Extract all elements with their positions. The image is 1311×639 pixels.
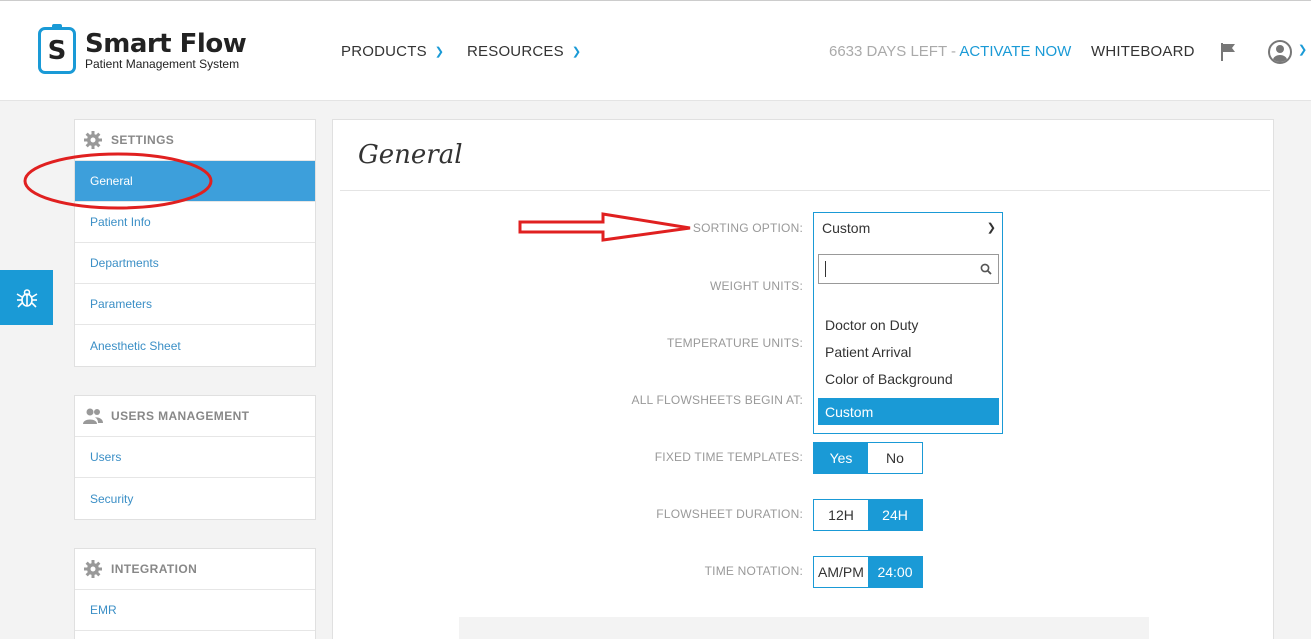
top-header: S Smart Flow Patient Management System P…: [0, 0, 1311, 101]
weight-units-label: WEIGHT UNITS:: [709, 279, 803, 293]
12h-button[interactable]: 12H: [814, 500, 868, 530]
sidebar-item-patient-info[interactable]: Patient Info: [75, 202, 315, 243]
24h-button[interactable]: 24H: [868, 500, 922, 530]
sidebar-item-users[interactable]: Users: [75, 437, 315, 478]
title-divider: [340, 190, 1270, 191]
chevron-down-icon: ❯: [434, 46, 445, 58]
settings-panel: SETTINGS General Patient Info Department…: [74, 119, 316, 367]
trial-days-left: 6633 DAYS LEFT - ACTIVATE NOW: [829, 43, 1072, 60]
fixed-time-templates-toggle: Yes No: [813, 442, 923, 474]
sorting-option-select[interactable]: Custom ❯: [813, 212, 1003, 244]
chevron-down-icon: ❯: [986, 222, 996, 234]
dropdown-option[interactable]: Doctor on Duty: [818, 311, 999, 338]
24-hour-button[interactable]: 24:00: [868, 557, 922, 587]
ampm-button[interactable]: AM/PM: [814, 557, 868, 587]
sorting-option-label: SORTING OPTION:: [692, 221, 803, 235]
sidebar-item-emr[interactable]: EMR: [75, 590, 315, 631]
flowsheet-duration-toggle: 12H 24H: [813, 499, 923, 531]
time-notation-toggle: AM/PM 24:00: [813, 556, 923, 588]
sorting-option-dropdown: Doctor on Duty Patient Arrival Color of …: [813, 243, 1003, 434]
page-title: General: [358, 140, 463, 170]
nav-resources[interactable]: RESOURCES ❯: [467, 43, 581, 60]
users-icon: [83, 408, 103, 424]
users-management-header: USERS MANAGEMENT: [75, 396, 315, 437]
dropdown-option-selected[interactable]: Custom: [818, 398, 999, 425]
chevron-down-icon[interactable]: ❯: [1298, 43, 1307, 56]
gear-icon: [84, 131, 102, 149]
yes-button[interactable]: Yes: [814, 443, 868, 473]
integration-panel: INTEGRATION EMR: [74, 548, 316, 639]
temperature-units-label: TEMPERATURE UNITS:: [666, 336, 803, 350]
flowsheets-begin-label: ALL FLOWSHEETS BEGIN AT:: [631, 393, 803, 407]
logo-subtitle: Patient Management System: [85, 56, 240, 71]
footer-strip: [459, 617, 1149, 639]
chevron-down-icon: ❯: [571, 46, 582, 58]
user-avatar-icon[interactable]: [1268, 40, 1292, 64]
text-cursor: [825, 261, 826, 277]
flag-icon[interactable]: [1221, 43, 1237, 61]
dropdown-search-input[interactable]: [818, 254, 999, 284]
nav-products[interactable]: PRODUCTS ❯: [341, 43, 444, 60]
settings-header: SETTINGS: [75, 120, 315, 161]
sidebar-item-general[interactable]: General: [75, 161, 315, 202]
gear-icon: [84, 560, 102, 578]
no-button[interactable]: No: [868, 443, 922, 473]
flowsheet-duration-label: FLOWSHEET DURATION:: [656, 507, 803, 521]
integration-header: INTEGRATION: [75, 549, 315, 590]
dropdown-option[interactable]: Color of Background: [818, 365, 999, 392]
sidebar-item-security[interactable]: Security: [75, 478, 315, 519]
dropdown-option[interactable]: Patient Arrival: [818, 338, 999, 365]
logo-title: Smart Flow: [85, 28, 247, 59]
app-logo[interactable]: S Smart Flow Patient Management System: [38, 24, 247, 74]
logo-mark-icon: S: [38, 24, 76, 74]
search-icon: [980, 263, 992, 275]
sidebar-item-anesthetic-sheet[interactable]: Anesthetic Sheet: [75, 325, 315, 366]
nav-whiteboard[interactable]: WHITEBOARD: [1091, 43, 1195, 60]
sidebar-item-parameters[interactable]: Parameters: [75, 284, 315, 325]
bug-report-tab[interactable]: [0, 270, 53, 325]
time-notation-label: TIME NOTATION:: [704, 564, 803, 578]
fixed-time-templates-label: FIXED TIME TEMPLATES:: [654, 450, 803, 464]
general-settings-card: General SORTING OPTION: WEIGHT UNITS: TE…: [332, 119, 1274, 639]
sidebar-item-departments[interactable]: Departments: [75, 243, 315, 284]
users-management-panel: USERS MANAGEMENT Users Security: [74, 395, 316, 520]
activate-now-link[interactable]: ACTIVATE NOW: [959, 43, 1071, 60]
bug-icon: [16, 288, 37, 308]
